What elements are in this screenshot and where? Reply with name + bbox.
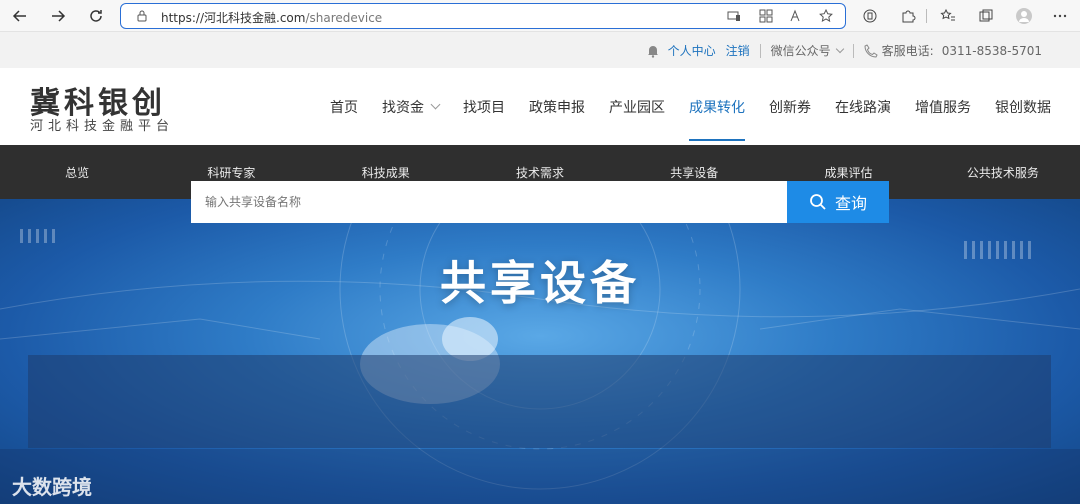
nav-item-label: 找资金 <box>382 99 424 116</box>
hotline-number: 0311-8538-5701 <box>941 43 1042 58</box>
nav-item-label: 银创数据 <box>995 99 1051 116</box>
nav-item-label: 创新券 <box>769 99 811 116</box>
subnav-item-public-services[interactable]: 公共技术服务 <box>926 145 1080 199</box>
browser-toolbar: https://河北科技金融.com/sharedevice <box>0 0 1080 32</box>
banner-title: 共享设备 <box>440 256 640 310</box>
extension-icon[interactable] <box>862 8 878 24</box>
nav-item-data[interactable]: 银创数据 <box>983 68 1063 145</box>
nav-item-roadshow[interactable]: 在线路演 <box>823 68 903 145</box>
nav-item-label: 成果转化 <box>689 99 745 116</box>
nav-item-services[interactable]: 增值服务 <box>903 68 983 145</box>
collections-icon[interactable] <box>978 8 994 24</box>
url-host: https://河北科技金融.com <box>161 11 306 25</box>
logout-link[interactable]: 注销 <box>726 42 750 59</box>
url-text: https://河北科技金融.com/sharedevice <box>161 9 382 26</box>
forward-button[interactable] <box>46 4 70 28</box>
back-arrow-icon <box>12 10 26 22</box>
nav-item-label: 增值服务 <box>915 99 971 116</box>
phone-icon <box>864 43 878 58</box>
url-path: /sharedevice <box>305 11 383 25</box>
chevron-down-icon <box>430 99 441 110</box>
hotline-label: 客服电话: <box>881 44 934 58</box>
top-info-bar: 个人中心 注销 微信公众号 客服电话: 0311-8538-5701 <box>0 32 1080 68</box>
nav-item-label: 政策申报 <box>529 99 585 116</box>
forward-arrow-icon <box>52 10 66 22</box>
tech-background-graphic <box>0 199 1080 504</box>
lock-icon <box>137 10 147 22</box>
profile-avatar-icon[interactable] <box>1016 8 1032 24</box>
wechat-link[interactable]: 微信公众号 <box>771 42 831 59</box>
nav-item-label: 在线路演 <box>835 99 891 116</box>
apps-icon[interactable] <box>759 9 773 23</box>
nav-item-parks[interactable]: 产业园区 <box>597 68 677 145</box>
nav-item-policy[interactable]: 政策申报 <box>517 68 597 145</box>
hero-banner: 共享设备 大数跨境 <box>0 199 1080 504</box>
nav-item-achievements[interactable]: 成果转化 <box>677 68 757 145</box>
puzzle-icon[interactable] <box>900 8 916 24</box>
nav-item-vouchers[interactable]: 创新券 <box>757 68 823 145</box>
nav-item-label: 找项目 <box>463 99 505 116</box>
personal-center-link[interactable]: 个人中心 <box>668 42 716 59</box>
search-icon <box>810 194 826 210</box>
nav-item-funding[interactable]: 找资金 <box>370 68 451 145</box>
cast-icon[interactable] <box>727 9 741 23</box>
address-bar[interactable]: https://河北科技金融.com/sharedevice <box>120 3 846 29</box>
favorite-star-icon[interactable] <box>819 9 833 23</box>
divider <box>852 43 854 58</box>
logo-subtitle: 河北科技金融平台 <box>30 119 175 134</box>
read-aloud-icon[interactable] <box>789 9 803 23</box>
divider <box>759 43 761 58</box>
nav-item-label: 首页 <box>330 99 358 116</box>
main-nav: 首页 找资金 找项目 政策申报 产业园区 成果转化 创新券 在线路演 增值服务 … <box>318 68 1063 145</box>
nav-item-home[interactable]: 首页 <box>318 68 370 145</box>
back-button[interactable] <box>8 4 32 28</box>
favorites-list-icon[interactable] <box>940 8 956 24</box>
nav-item-projects[interactable]: 找项目 <box>451 68 517 145</box>
search-input[interactable] <box>191 181 787 223</box>
search-button[interactable]: 查询 <box>787 181 889 223</box>
search-button-label: 查询 <box>834 194 867 213</box>
chevron-down-icon <box>835 44 844 53</box>
search-band <box>28 355 1051 448</box>
watermark-logo: 大数跨境 <box>12 471 92 500</box>
watermark-text: 大数跨境 <box>12 475 92 499</box>
nav-item-label: 产业园区 <box>609 99 665 116</box>
subnav-item-overview[interactable]: 总览 <box>0 145 154 199</box>
bell-icon <box>647 45 658 58</box>
more-menu-icon[interactable] <box>1052 8 1068 24</box>
site-header: 冀科银创 河北科技金融平台 首页 找资金 找项目 政策申报 产业园区 成果转化 … <box>0 68 1080 145</box>
refresh-button[interactable] <box>84 4 108 28</box>
refresh-icon <box>90 10 102 22</box>
